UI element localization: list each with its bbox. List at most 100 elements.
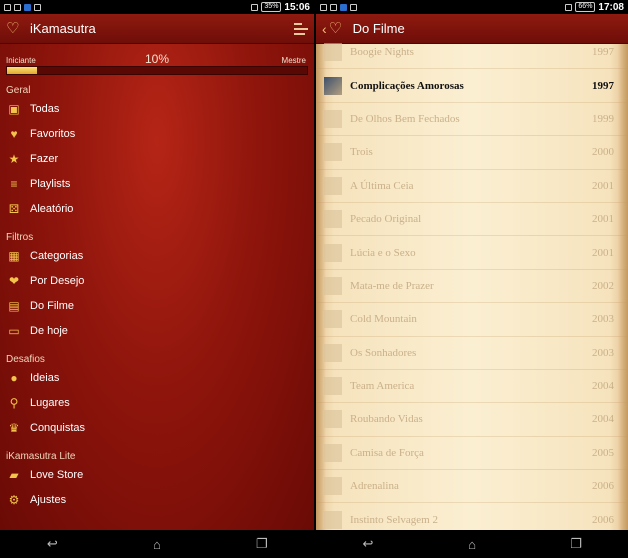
notification-icon — [14, 3, 21, 11]
recents-icon[interactable]: ❐ — [247, 536, 277, 552]
drawer-item-lugares[interactable]: ⚲ Lugares — [6, 390, 308, 415]
film-thumbnail — [324, 176, 342, 195]
film-row[interactable]: Adrenalina 2006 — [316, 470, 628, 504]
back-icon[interactable]: ↩ — [37, 536, 67, 552]
battery-indicator: 35% — [261, 2, 282, 12]
drawer-item-por-desejo[interactable]: ❤ Por Desejo — [6, 268, 308, 293]
film-year: 2003 — [592, 313, 614, 326]
action-bar: ♡ iKamasutra — [0, 14, 314, 44]
film-row[interactable]: Team America 2004 — [316, 370, 628, 404]
film-row[interactable]: A Última Ceia 2001 — [316, 170, 628, 203]
film-title: Os Sonhadores — [350, 346, 417, 359]
wifi-icon — [251, 3, 259, 11]
film-thumbnail — [324, 343, 342, 362]
recents-icon[interactable]: ❐ — [561, 536, 591, 552]
film-year: 2001 — [592, 213, 614, 226]
film-title: A Última Ceia — [350, 179, 414, 192]
drawer-item-label: Ajustes — [30, 493, 67, 506]
drawer-item-label: Love Store — [30, 468, 84, 481]
location-icon: ⚲ — [9, 395, 19, 410]
back-chevron-icon[interactable]: ‹ — [322, 21, 327, 37]
home-icon[interactable]: ⌂ — [457, 537, 487, 552]
right-screen: 66% 17:08 ‹ ♡ Do Filme Boogie Nights 1997… — [316, 0, 628, 558]
film-title: Team America — [350, 380, 415, 393]
film-row[interactable]: Lúcia e o Sexo 2001 — [316, 236, 628, 270]
drawer-item-do-filme[interactable]: ▤ Do Filme — [6, 293, 308, 318]
film-year: 2001 — [592, 179, 614, 192]
drawer-item-categorias[interactable]: ▦ Categorias — [6, 243, 308, 268]
speech-icon: ● — [10, 370, 18, 385]
drawer-item-de-hoje[interactable]: ▭ De hoje — [6, 318, 308, 343]
film-year: 1997 — [592, 46, 614, 59]
drawer-item-label: Por Desejo — [30, 274, 85, 287]
notification-icon — [34, 3, 41, 11]
film-thumbnail — [324, 510, 342, 529]
drawer-item-label: Todas — [30, 102, 60, 115]
status-bar: 35% 15:06 — [0, 0, 314, 14]
drawer-item-fazer[interactable]: ★ Fazer — [6, 146, 308, 171]
section-title: Filtros — [6, 232, 34, 243]
menu-icon[interactable] — [294, 22, 308, 35]
film-row[interactable]: De Olhos Bem Fechados 1999 — [316, 103, 628, 137]
film-year: 2006 — [592, 513, 614, 526]
category-icon: ▦ — [8, 248, 20, 263]
film-year: 1999 — [592, 112, 614, 125]
drawer-section: Desafios ● Ideias ⚲ Lugares ♛ Conquistas — [0, 343, 314, 440]
film-row[interactable]: Cold Mountain 2003 — [316, 303, 628, 337]
notification-icon — [330, 3, 337, 11]
app-title: iKamasutra — [30, 21, 96, 36]
drawer-item-favoritos[interactable]: ♥ Favoritos — [6, 121, 308, 146]
left-screen: 35% 15:06 ♡ iKamasutra Iniciante 10% Mes… — [0, 0, 314, 558]
drawer-item-aleat-rio[interactable]: ⚄ Aleatório — [6, 196, 308, 221]
drawer-item-todas[interactable]: ▣ Todas — [6, 96, 308, 121]
film-thumbnail — [324, 243, 342, 262]
drawer-section: Filtros ▦ Categorias ❤ Por Desejo ▤ Do Filme ▭ D… — [0, 221, 314, 343]
back-icon[interactable]: ↩ — [353, 536, 383, 552]
drawer-item-playlists[interactable]: ≡ Playlists — [6, 171, 308, 196]
drawer-item-ideias[interactable]: ● Ideias — [6, 365, 308, 390]
app-icon — [340, 3, 347, 11]
home-icon[interactable]: ⌂ — [142, 537, 172, 552]
cards-icon: ▣ — [8, 101, 20, 116]
film-list: Boogie Nights 1997 Complicações Amorosas 19… — [316, 36, 628, 537]
film-year: 2000 — [592, 146, 614, 159]
film-title: De Olhos Bem Fechados — [350, 112, 460, 125]
film-year: 2005 — [592, 446, 614, 459]
film-thumbnail — [324, 410, 342, 429]
drawer-item-label: Ideias — [30, 371, 60, 384]
navigation-drawer: Iniciante 10% Mestre Geral ▣ Todas ♥ Favorit… — [0, 44, 314, 530]
film-list-area: Boogie Nights 1997 Complicações Amorosas 19… — [316, 43, 628, 537]
film-year: 2006 — [592, 480, 614, 493]
status-time: 17:08 — [598, 1, 624, 13]
film-year: 2002 — [592, 279, 614, 292]
film-row[interactable]: Os Sonhadores 2003 — [316, 337, 628, 370]
notification-icon — [320, 3, 327, 11]
drawer-item-ajustes[interactable]: ⚙ Ajustes — [6, 487, 308, 512]
film-row[interactable]: Trois 2000 — [316, 136, 628, 170]
film-title: Pecado Original — [350, 213, 422, 226]
wifi-icon — [565, 3, 573, 11]
film-row[interactable]: Mata-me de Prazer 2002 — [316, 270, 628, 304]
film-row[interactable]: Complicações Amorosas 1997 — [316, 69, 628, 103]
drawer-section: Geral ▣ Todas ♥ Favoritos ★ Fazer ≡ Playlists ⚄ Al… — [0, 74, 314, 221]
app-icon — [24, 3, 31, 11]
film-title: Adrenalina — [350, 480, 399, 493]
film-thumbnail — [324, 109, 342, 128]
drawer-item-label: Playlists — [30, 177, 71, 190]
store-icon: ▰ — [9, 467, 19, 482]
drawer-item-label: Fazer — [30, 152, 59, 165]
film-row[interactable]: Boogie Nights 1997 — [316, 36, 628, 70]
drawer-item-label: Lugares — [30, 396, 70, 409]
film-title: Lúcia e o Sexo — [350, 246, 416, 259]
drawer-item-conquistas[interactable]: ♛ Conquistas — [6, 415, 308, 440]
drawer-item-love-store[interactable]: ▰ Love Store — [6, 462, 308, 487]
section-title: Geral — [6, 85, 31, 96]
film-row[interactable]: Pecado Original 2001 — [316, 203, 628, 237]
film-thumbnail — [324, 443, 342, 462]
film-row[interactable]: Camisa de Força 2005 — [316, 437, 628, 471]
gear-icon: ⚙ — [8, 492, 20, 507]
app-logo-icon: ♡ — [6, 19, 20, 37]
film-row[interactable]: Roubando Vidas 2004 — [316, 403, 628, 437]
film-title: Roubando Vidas — [350, 413, 423, 426]
status-bar: 66% 17:08 — [316, 0, 628, 14]
